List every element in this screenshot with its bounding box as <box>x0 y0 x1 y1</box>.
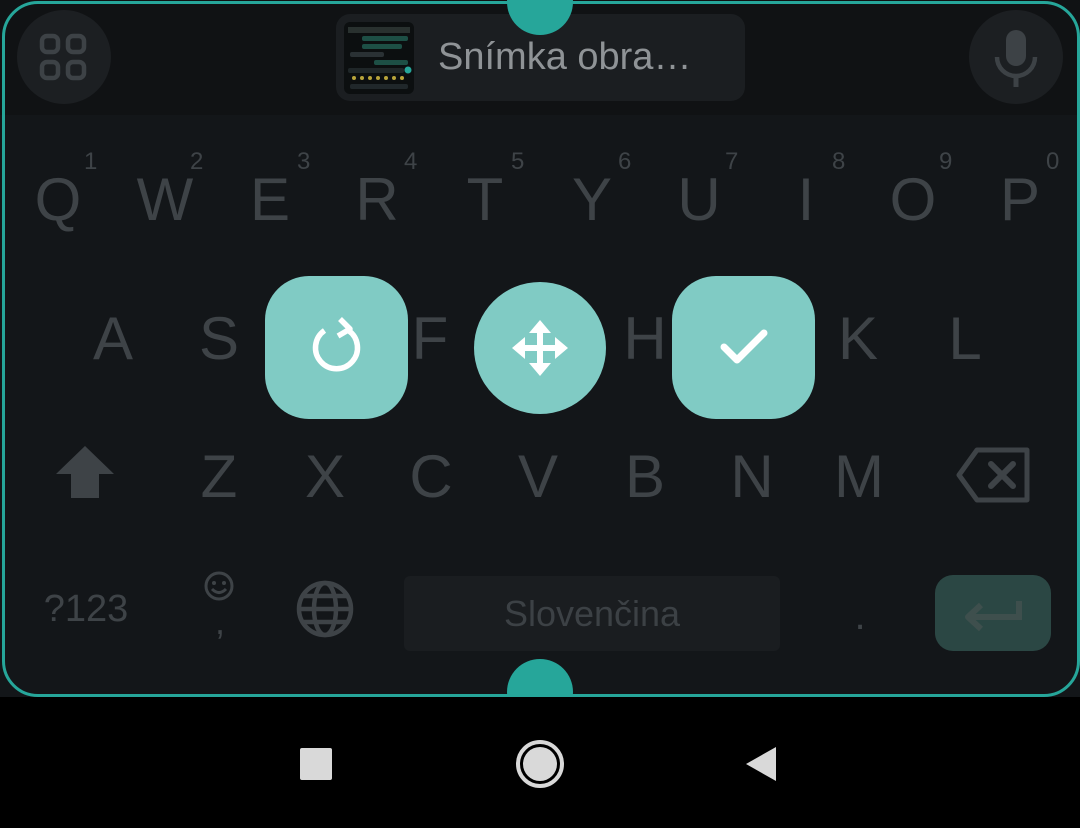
reset-size-button[interactable] <box>265 276 408 419</box>
check-icon <box>720 329 768 364</box>
recents-icon[interactable] <box>300 748 332 780</box>
back-icon[interactable] <box>744 745 778 788</box>
navigation-bar <box>0 697 1080 828</box>
confirm-resize-button[interactable] <box>672 276 815 419</box>
move-keyboard-button[interactable] <box>474 282 606 414</box>
reset-icon <box>312 317 361 372</box>
move-icon <box>512 320 568 376</box>
home-icon[interactable] <box>516 740 564 788</box>
